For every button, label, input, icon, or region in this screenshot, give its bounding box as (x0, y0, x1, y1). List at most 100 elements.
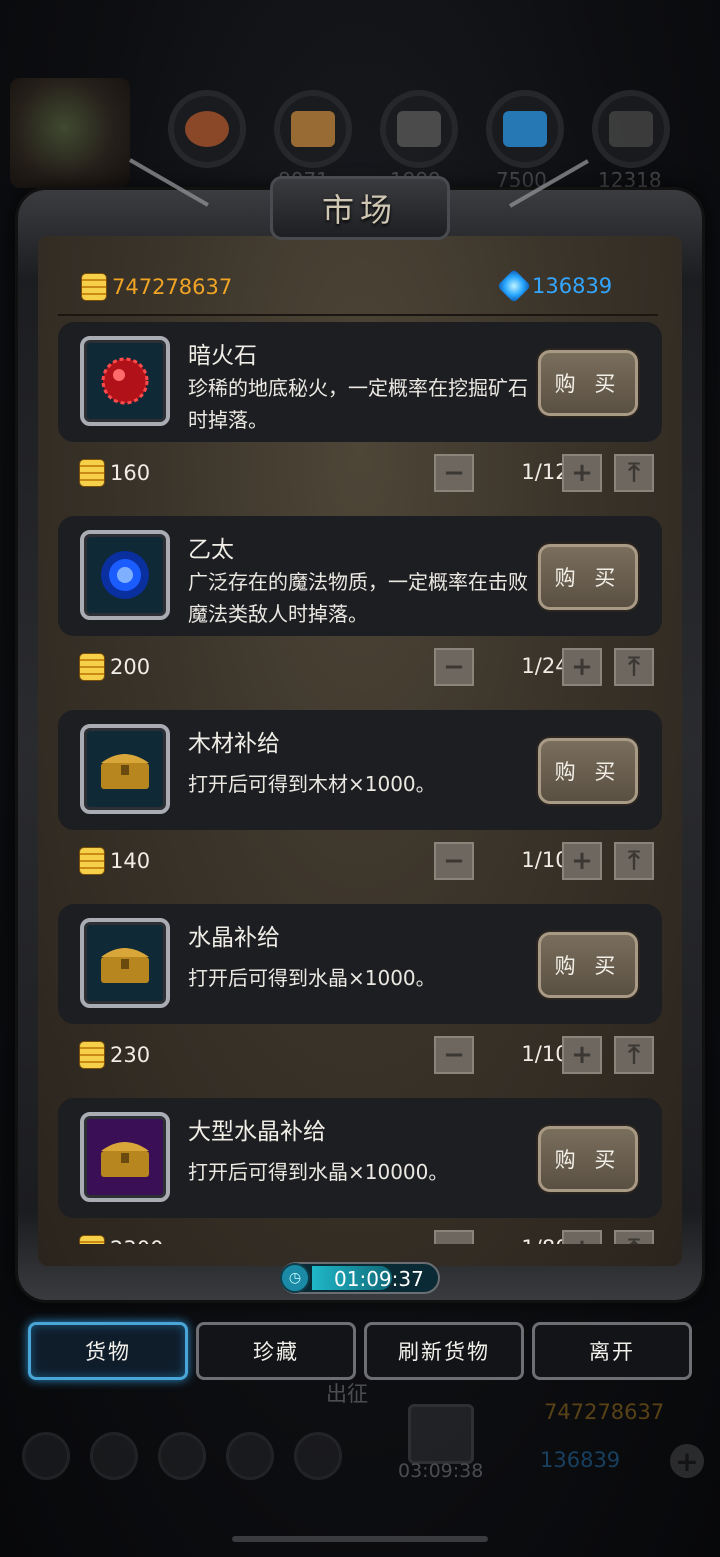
price-row: 140 − 1/10 + ⤒ (80, 842, 660, 882)
page-title: 市场 (321, 191, 398, 229)
bg-gold-amount: 747278637 (544, 1400, 665, 1424)
bg-gem-amount: 136839 (540, 1448, 621, 1472)
item-price: 140 (80, 848, 150, 874)
price-row: 230 − 1/10 + ⤒ (80, 1036, 660, 1076)
price-row: 2300 − 1/80 + ⤒ (80, 1230, 660, 1244)
gem-icon (497, 269, 531, 303)
increase-button[interactable]: + (562, 648, 602, 686)
red-orb-icon (80, 336, 170, 426)
price-row: 160 − 1/12 + ⤒ (80, 454, 660, 494)
item-description: 广泛存在的魔法物质，一定概率在击败魔法类敌人时掉落。 (188, 570, 528, 626)
iron-count: 12318 (598, 168, 662, 192)
refresh-goods-button[interactable]: 刷新货物 (364, 1322, 524, 1380)
gold-coin-icon (80, 848, 104, 874)
goods-list[interactable]: 暗火石 珍稀的地底秘火，一定概率在挖掘矿石时掉落。 购 买 160 − 1/12… (58, 322, 662, 1244)
item-description: 打开后可得到木材×1000。 (188, 772, 436, 796)
buy-button[interactable]: 购 买 (538, 544, 638, 610)
max-quantity-button[interactable]: ⤒ (614, 1036, 654, 1074)
price-value: 2300 (110, 1237, 163, 1244)
item-name: 大型水晶补给 (188, 1119, 326, 1145)
timer-text: 01:09:37 (334, 1267, 424, 1291)
item-price: 230 (80, 1042, 150, 1068)
max-quantity-button[interactable]: ⤒ (614, 648, 654, 686)
price-value: 230 (110, 1043, 151, 1067)
gem-balance: 136839 (497, 269, 613, 303)
divider (58, 314, 658, 316)
buy-button[interactable]: 购 买 (538, 350, 638, 416)
tab-goods[interactable]: 货物 (28, 1322, 188, 1380)
guild-icon (294, 1432, 342, 1480)
item-description: 打开后可得到水晶×10000。 (188, 1160, 449, 1184)
gold-chest-icon (80, 1112, 170, 1202)
increase-button[interactable]: + (562, 1230, 602, 1244)
achievement-icon (90, 1432, 138, 1480)
max-quantity-button[interactable]: ⤒ (614, 454, 654, 492)
player-avatar[interactable] (10, 78, 130, 188)
buy-button[interactable]: 购 买 (538, 738, 638, 804)
item-name: 暗火石 (188, 343, 257, 369)
gold-coin-icon (80, 654, 104, 680)
item-card: 乙太 广泛存在的魔法物质，一定概率在击败魔法类敌人时掉落。 购 买 (58, 516, 662, 636)
refresh-timer: ◷ 01:09:37 (280, 1262, 440, 1294)
list-item: 水晶补给 打开后可得到水晶×1000。 购 买 230 − 1/10 + ⤒ (58, 904, 662, 1098)
gift-box-icon (408, 1404, 474, 1464)
max-quantity-button[interactable]: ⤒ (614, 842, 654, 880)
buy-button[interactable]: 购 买 (538, 932, 638, 998)
home-indicator[interactable] (232, 1536, 488, 1542)
gold-coin-icon (80, 460, 104, 486)
decrease-button[interactable]: − (434, 842, 474, 880)
title-plate: 市场 (270, 176, 450, 240)
tab-collection[interactable]: 珍藏 (196, 1322, 356, 1380)
clock-icon: ◷ (280, 1263, 310, 1293)
leave-button[interactable]: 离开 (532, 1322, 692, 1380)
item-card: 大型水晶补给 打开后可得到水晶×10000。 购 买 (58, 1098, 662, 1218)
stone-resource-icon (380, 90, 458, 168)
price-row: 200 − 1/24 + ⤒ (80, 648, 660, 688)
list-item: 暗火石 珍稀的地底秘火，一定概率在挖掘矿石时掉落。 购 买 160 − 1/12… (58, 322, 662, 516)
item-description: 打开后可得到水晶×1000。 (188, 966, 436, 990)
item-name: 乙太 (188, 537, 234, 563)
list-item: 大型水晶补给 打开后可得到水晶×10000。 购 买 2300 − 1/80 +… (58, 1098, 662, 1244)
mail-icon (226, 1432, 274, 1480)
decrease-button[interactable]: − (434, 1230, 474, 1244)
price-value: 140 (110, 849, 151, 873)
expedition-label: 出征 (326, 1382, 368, 1406)
wood-resource-icon (274, 90, 352, 168)
list-item: 木材补给 打开后可得到木材×1000。 购 买 140 − 1/10 + ⤒ (58, 710, 662, 904)
decrease-button[interactable]: − (434, 648, 474, 686)
gold-balance: 747278637 (82, 274, 232, 300)
blue-vortex-icon (80, 530, 170, 620)
gold-chest-icon (80, 918, 170, 1008)
item-description: 珍稀的地底秘火，一定概率在挖掘矿石时掉落。 (188, 376, 528, 432)
decrease-button[interactable]: − (434, 454, 474, 492)
list-item: 乙太 广泛存在的魔法物质，一定概率在击败魔法类敌人时掉落。 购 买 200 − … (58, 516, 662, 710)
price-value: 160 (110, 461, 151, 485)
item-name: 木材补给 (188, 731, 280, 757)
item-price: 200 (80, 654, 150, 680)
food-resource-icon (168, 90, 246, 168)
crystal-resource-icon (486, 90, 564, 168)
item-card: 木材补给 打开后可得到木材×1000。 购 买 (58, 710, 662, 830)
item-card: 暗火石 珍稀的地底秘火，一定概率在挖掘矿石时掉落。 购 买 (58, 322, 662, 442)
decrease-button[interactable]: − (434, 1036, 474, 1074)
gold-coin-icon (82, 274, 106, 300)
item-price: 2300 (80, 1236, 163, 1244)
gold-coin-icon (80, 1042, 104, 1068)
price-value: 200 (110, 655, 151, 679)
max-quantity-button[interactable]: ⤒ (614, 1230, 654, 1244)
increase-button[interactable]: + (562, 842, 602, 880)
gold-coin-icon (80, 1236, 104, 1244)
settings-icon (22, 1432, 70, 1480)
quest-icon (158, 1432, 206, 1480)
increase-button[interactable]: + (562, 454, 602, 492)
iron-resource-icon (592, 90, 670, 168)
item-name: 水晶补给 (188, 925, 280, 951)
buy-button[interactable]: 购 买 (538, 1126, 638, 1192)
market-screen: 8071 1999 7500 12318 市场 747278637 136839… (0, 0, 720, 1557)
gold-chest-icon (80, 724, 170, 814)
gift-timer: 03:09:38 (398, 1460, 484, 1482)
gem-amount: 136839 (532, 274, 613, 298)
increase-button[interactable]: + (562, 1036, 602, 1074)
gold-amount: 747278637 (112, 275, 233, 299)
item-card: 水晶补给 打开后可得到水晶×1000。 购 买 (58, 904, 662, 1024)
